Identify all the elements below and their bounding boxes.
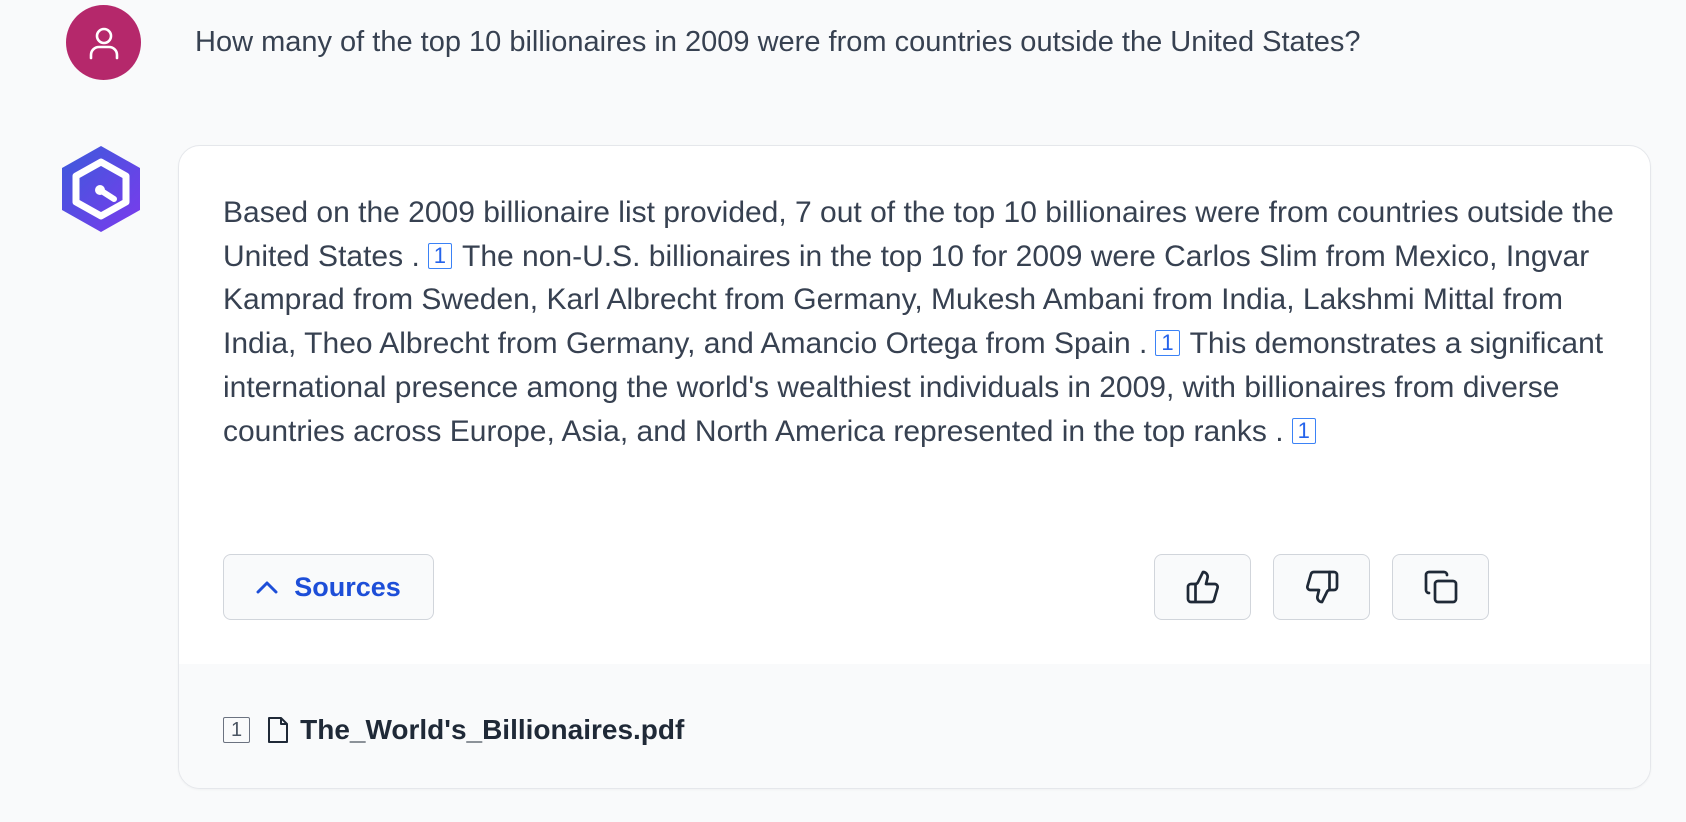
thumbs-up-button[interactable] bbox=[1154, 554, 1251, 620]
source-item[interactable]: 1 The_World's_Billionaires.pdf bbox=[223, 714, 684, 746]
source-file-name: The_World's_Billionaires.pdf bbox=[300, 714, 685, 745]
copy-icon bbox=[1424, 570, 1457, 604]
user-icon bbox=[89, 27, 118, 59]
citation-badge[interactable]: 1 bbox=[1291, 417, 1316, 444]
citation-badge[interactable]: 1 bbox=[427, 242, 453, 269]
chevron-up-icon bbox=[256, 581, 278, 594]
file-icon bbox=[266, 716, 290, 744]
thumbs-up-icon bbox=[1186, 570, 1219, 604]
citation-badge[interactable]: 1 bbox=[1155, 330, 1180, 357]
thumbs-down-icon bbox=[1305, 570, 1338, 604]
user-avatar bbox=[66, 5, 141, 80]
copy-button[interactable] bbox=[1392, 554, 1489, 620]
answer-card: Based on the 2009 billionaire list provi… bbox=[178, 145, 1651, 789]
bot-avatar bbox=[58, 144, 144, 234]
chat-page: How many of the top 10 billionaires in 2… bbox=[0, 0, 1686, 822]
source-number: 1 bbox=[223, 717, 251, 743]
sources-toggle-label: Sources bbox=[294, 571, 401, 602]
user-question: How many of the top 10 billionaires in 2… bbox=[195, 26, 1361, 58]
hexagon-logo-icon bbox=[62, 146, 140, 232]
answer-text: Based on the 2009 billionaire list provi… bbox=[223, 191, 1623, 453]
sources-toggle-button[interactable]: Sources bbox=[223, 554, 434, 620]
thumbs-down-button[interactable] bbox=[1273, 554, 1370, 620]
sources-panel: 1 The_World's_Billionaires.pdf bbox=[179, 664, 1650, 788]
